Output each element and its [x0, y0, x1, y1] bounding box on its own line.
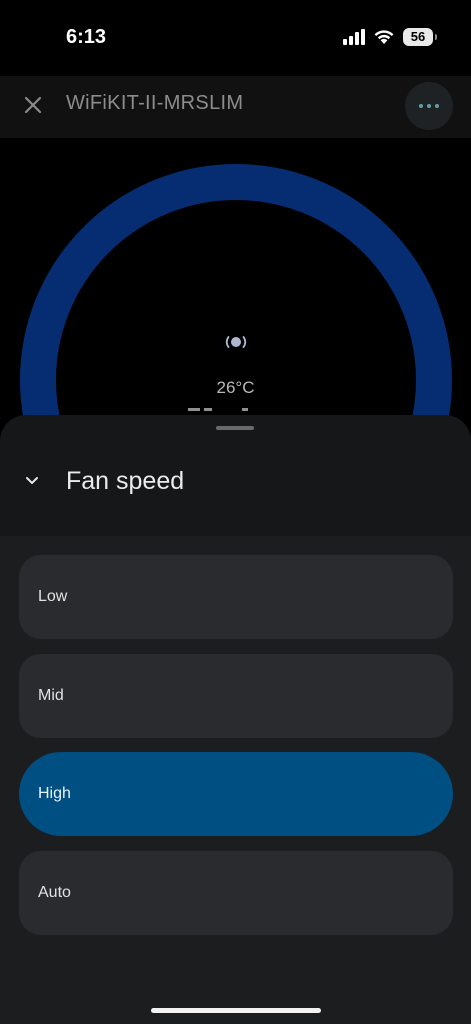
status-bar: 6:13 56	[0, 0, 471, 76]
sheet-title: Fan speed	[66, 467, 185, 495]
fan-mode-icon	[225, 336, 247, 348]
device-title: WiFiKIT-II-MRSLIM	[66, 92, 244, 114]
option-mid[interactable]: Mid	[19, 654, 453, 738]
battery-icon: 56	[403, 28, 437, 46]
status-icons: 56	[343, 28, 437, 46]
sheet-header: Fan speed	[0, 439, 471, 536]
more-options-button[interactable]	[405, 82, 453, 130]
dial-subtitle-fragment	[188, 408, 248, 411]
collapse-button[interactable]	[18, 467, 46, 495]
temperature-readout: 26°C	[216, 378, 255, 397]
fan-speed-options: Low Mid High Auto	[0, 536, 471, 1024]
wifi-icon	[374, 30, 394, 44]
option-auto[interactable]: Auto	[19, 851, 453, 935]
signal-icon	[343, 29, 365, 45]
close-button[interactable]	[16, 88, 50, 122]
chevron-down-icon	[26, 477, 38, 484]
drag-handle[interactable]	[216, 426, 254, 430]
home-indicator[interactable]	[151, 1008, 321, 1013]
option-low[interactable]: Low	[19, 555, 453, 639]
app-header: WiFiKIT-II-MRSLIM	[0, 76, 471, 138]
more-options-icon	[419, 104, 423, 108]
thermostat-dial: 26°C	[0, 138, 471, 418]
fan-speed-sheet: Fan speed Low Mid High Auto	[0, 415, 471, 1024]
close-icon	[24, 96, 42, 114]
status-time: 6:13	[66, 26, 107, 48]
option-high[interactable]: High	[19, 752, 453, 836]
